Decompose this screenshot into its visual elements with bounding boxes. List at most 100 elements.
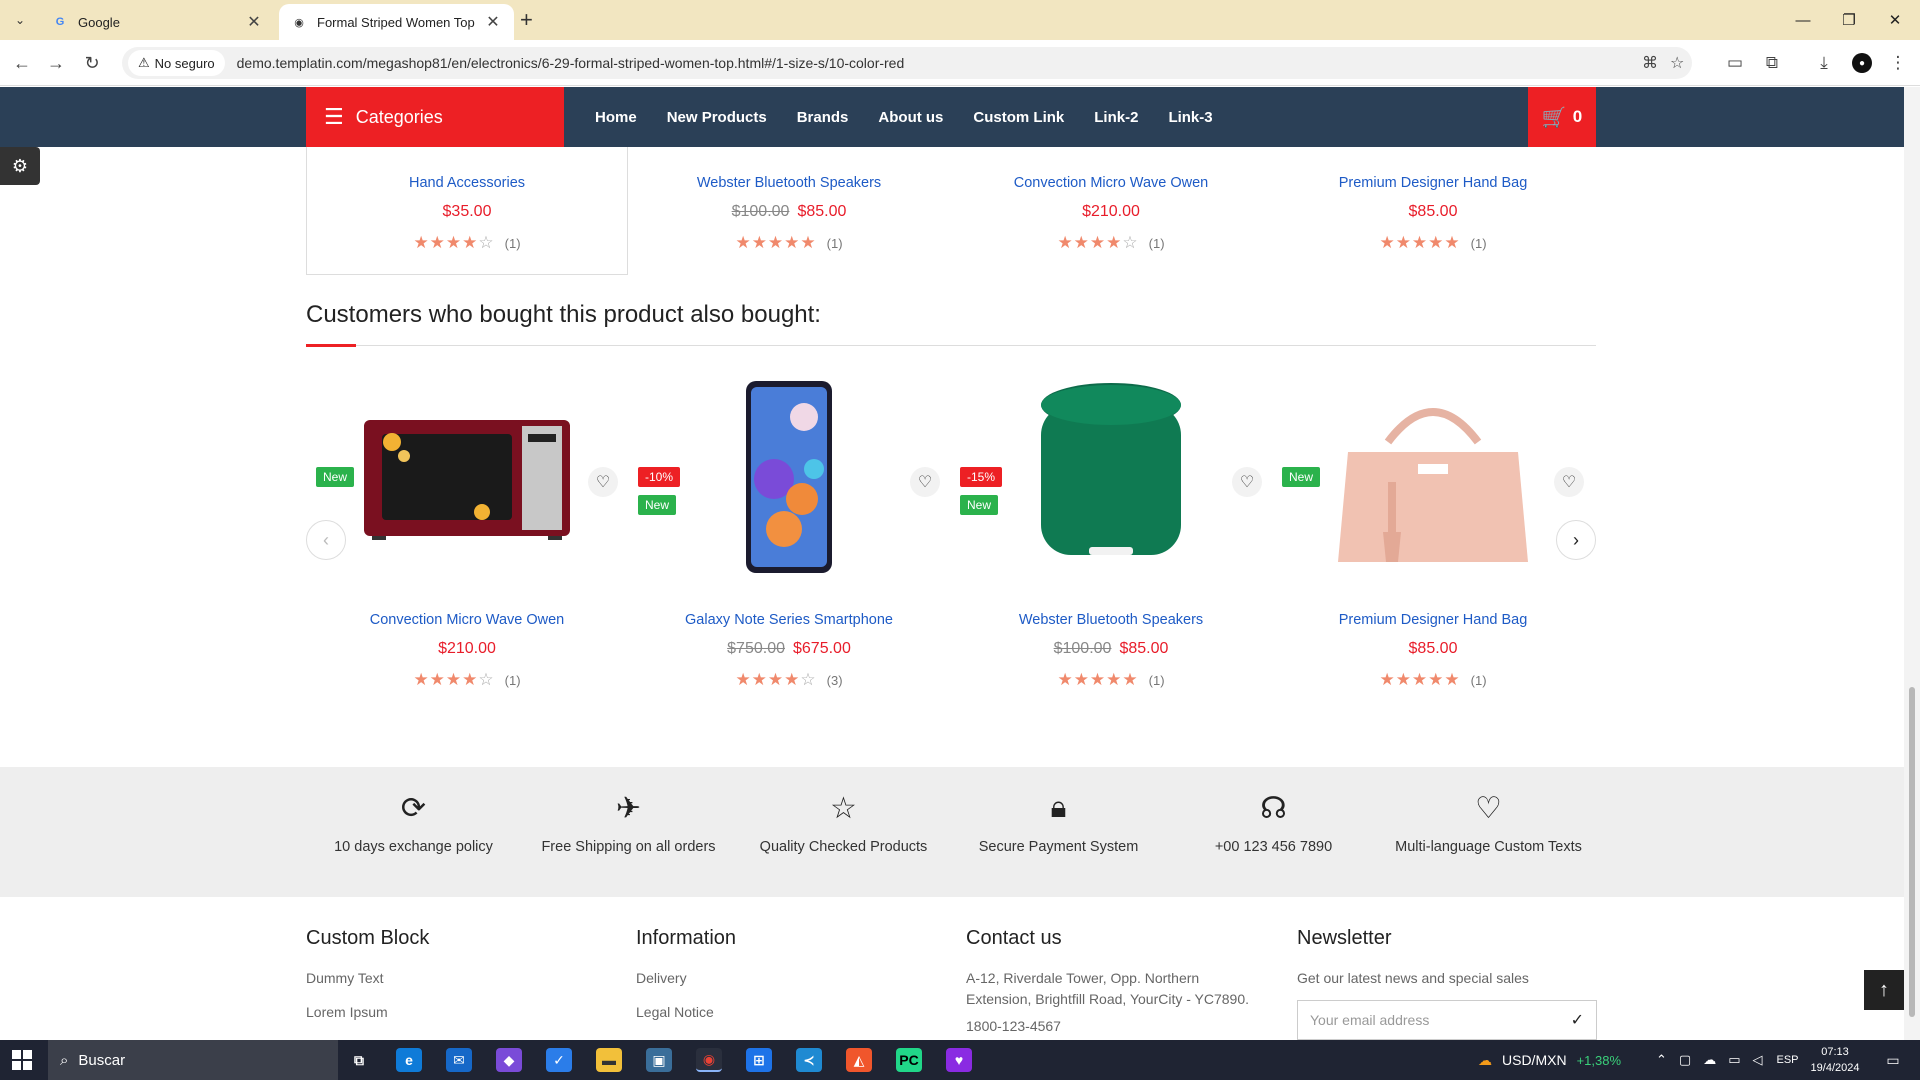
chrome-icon[interactable]: ◉ [696,1048,722,1072]
edge-icon[interactable]: e [396,1048,422,1072]
translate-icon[interactable]: ⌘ [1642,53,1658,73]
badge-discount: -15% [960,467,1003,487]
product-card: Webster Bluetooth Speakers $100.00 $85.00… [628,175,950,253]
footer-link[interactable]: Legal Notice [636,1002,936,1023]
task-view-icon[interactable]: ⧉ [346,1048,372,1072]
stars-icon: ★★★★★ [735,233,817,252]
store-icon[interactable]: ⊞ [746,1048,772,1072]
tray-app-icon[interactable]: ▢ [1679,1052,1691,1068]
footer-link[interactable]: Delivery [636,968,936,989]
stars-icon: ★★★★☆ [413,670,495,689]
notifications-icon[interactable]: ▭ [1880,1048,1906,1072]
minimize-icon[interactable]: — [1780,0,1826,40]
back-to-top-arrow-icon[interactable]: ↑ [1864,970,1904,1010]
app-heart-icon[interactable]: ♥ [946,1048,972,1072]
close-tab-icon[interactable]: ✕ [245,12,263,32]
language-indicator[interactable]: ESP [1777,1054,1799,1066]
ticker-widget[interactable]: ☁ USD/MXN +1,38% [1478,1040,1621,1080]
url-text[interactable]: demo.templatin.com/megashop81/en/electro… [237,55,905,71]
cart-icon: 🛒 [1541,106,1567,129]
footer-link[interactable]: Dummy Text [306,968,606,989]
taskbar-clock[interactable]: 07:13 19/4/2024 [1800,1044,1870,1076]
product-price: $100.00 $85.00 [731,203,847,220]
profile-avatar[interactable]: ● [1850,51,1874,75]
page-scrollbar[interactable] [1904,87,1920,1040]
vscode-icon[interactable]: ≺ [796,1048,822,1072]
tray-chevron-up-icon[interactable]: ⌃ [1656,1052,1667,1068]
categories-label: Categories [355,106,443,127]
brave-icon[interactable]: ◭ [846,1048,872,1072]
features-strip: ⟳ 10 days exchange policy ✈ Free Shippin… [0,767,1904,897]
close-tab-icon[interactable]: ✕ [484,12,502,32]
product-name-link[interactable]: Webster Bluetooth Speakers [950,612,1272,628]
product-name-link[interactable]: Convection Micro Wave Owen [950,175,1272,191]
game-app-icon[interactable]: ▣ [646,1048,672,1072]
app-icon[interactable]: ◆ [496,1048,522,1072]
product-name-link[interactable]: Hand Accessories [307,175,627,191]
mail-icon[interactable]: ✉ [446,1048,472,1072]
new-tab-plus-icon[interactable]: + [520,8,533,32]
product-name-link[interactable]: Premium Designer Hand Bag [1272,612,1594,628]
categories-button[interactable]: ☰ Categories [306,87,564,147]
bookmark-star-icon[interactable]: ☆ [1670,53,1684,73]
wishlist-heart-icon[interactable]: ♡ [588,467,618,497]
footer-link[interactable]: Lorem Ipsum [306,1002,606,1023]
newsletter-email-input[interactable]: Your email address ✓ [1297,1000,1597,1040]
browser-menu-icon[interactable]: ⋮ [1886,51,1910,75]
stars-icon: ★★★★☆ [1057,233,1139,252]
product-image-handbag[interactable] [1272,377,1594,577]
volume-icon[interactable]: ◁ [1753,1052,1763,1068]
restore-icon[interactable]: ❐ [1826,0,1872,40]
product-name-link[interactable]: Premium Designer Hand Bag [1272,175,1594,191]
cart-button[interactable]: 🛒 0 [1528,87,1596,147]
feature-item: ☊ +00 123 456 7890 [1166,791,1381,855]
window-close-icon[interactable]: ✕ [1872,0,1918,40]
tab-product[interactable]: ◉ Formal Striped Women Top ✕ [279,4,514,40]
omnibox[interactable]: ⚠ No seguro demo.templatin.com/megashop8… [122,47,1692,79]
product-price: $85.00 [1408,203,1458,220]
menu-home[interactable]: Home [595,109,637,126]
wishlist-heart-icon[interactable]: ♡ [1232,467,1262,497]
tab-search-chevron-icon[interactable]: ⌄ [8,8,32,32]
footer-newsletter: Newsletter Get our latest news and speci… [1297,927,1597,1002]
address-toolbar: ← → ↻ ⚠ No seguro demo.templatin.com/meg… [0,40,1920,86]
wishlist-heart-icon[interactable]: ♡ [1554,467,1584,497]
back-arrow-icon[interactable]: ← [10,51,34,75]
product-name-link[interactable]: Convection Micro Wave Owen [306,612,628,628]
network-icon[interactable]: ▭ [1728,1052,1740,1068]
taskbar-search[interactable]: ⌕ Buscar [48,1040,338,1080]
file-explorer-icon[interactable]: ▬ [596,1048,622,1072]
menu-about-us[interactable]: About us [878,109,943,126]
product-name-link[interactable]: Galaxy Note Series Smartphone [628,612,950,628]
contact-address: A-12, Riverdale Tower, Opp. Northern Ext… [966,970,1250,1007]
download-icon[interactable]: ⤓ [1812,51,1836,75]
windows-start-icon[interactable] [12,1050,32,1070]
menu-link-2[interactable]: Link-2 [1094,109,1138,126]
reload-icon[interactable]: ↻ [80,51,104,75]
wishlist-heart-icon[interactable]: ♡ [910,467,940,497]
star-icon: ☆ [830,792,857,825]
product-name-link[interactable]: Webster Bluetooth Speakers [628,175,950,191]
cloud-icon[interactable]: ☁ [1703,1052,1716,1068]
section-divider [306,345,1596,346]
product-image-microwave[interactable] [306,377,628,577]
theme-settings-gear-icon[interactable]: ⚙ [0,147,40,185]
section-title: Customers who bought this product also b… [306,301,821,328]
security-chip[interactable]: ⚠ No seguro [128,50,225,76]
ticker-change: +1,38% [1576,1052,1622,1068]
todo-icon[interactable]: ✓ [546,1048,572,1072]
tab-google[interactable]: G Google ✕ [40,4,275,40]
badge-discount: -10% [638,467,681,487]
menu-new-products[interactable]: New Products [667,109,767,126]
cast-icon[interactable]: ▭ [1723,51,1747,75]
product-rating: ★★★★☆ (3) [735,670,843,689]
submit-check-icon[interactable]: ✓ [1571,1010,1584,1030]
extensions-puzzle-icon[interactable]: ⧉ [1760,51,1784,75]
scrollbar-thumb[interactable] [1909,687,1915,1017]
menu-custom-link[interactable]: Custom Link [973,109,1064,126]
menu-link-3[interactable]: Link-3 [1168,109,1212,126]
forward-arrow-icon[interactable]: → [44,51,68,75]
menu-brands[interactable]: Brands [797,109,849,126]
product-rating: ★★★★☆ (1) [1057,233,1165,252]
pycharm-icon[interactable]: PC [896,1048,922,1072]
